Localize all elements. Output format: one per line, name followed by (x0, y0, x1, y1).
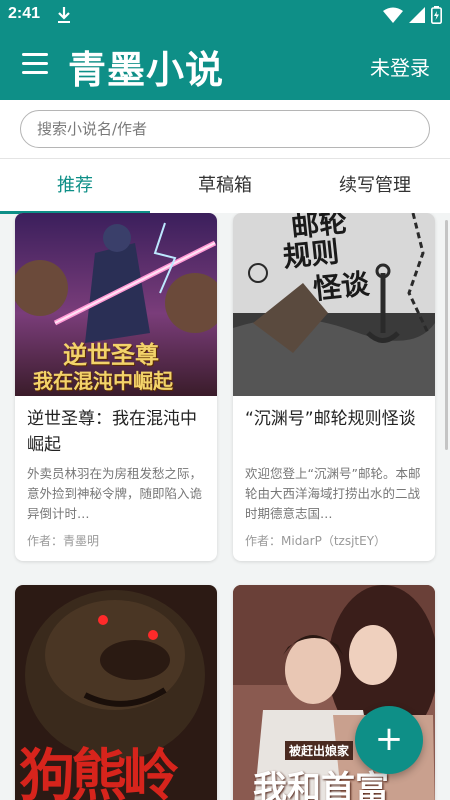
tab-recommend[interactable]: 推荐 (0, 159, 150, 214)
novel-card[interactable]: 狗熊岭 (15, 585, 217, 800)
cover-subtitle-text: 被赶出娘家 (285, 741, 354, 760)
add-novel-button[interactable]: + (355, 706, 423, 774)
status-time: 2:41 (8, 5, 41, 22)
cover-subtitle-text: 我在混沌中崛起 (33, 369, 173, 393)
novel-cover-image: 狗熊岭 (15, 585, 217, 800)
menu-icon[interactable] (22, 53, 48, 77)
novel-author: 作者：MidarP（tzsjtEY） (245, 534, 387, 548)
search-input[interactable] (20, 110, 430, 148)
download-icon (58, 7, 70, 23)
status-bar: 2:41 (0, 0, 450, 30)
scrollbar[interactable] (445, 220, 448, 450)
tab-bar: 推荐 草稿箱 续写管理 (0, 158, 450, 214)
cover-title-text: 怪谈 (311, 267, 371, 306)
novel-description: 外卖员林羽在为房租发愁之际，意外捡到神秘令牌，随即陷入诡异倒计时… (27, 466, 203, 521)
search-area (0, 100, 450, 158)
novel-description: 欢迎您登上“沉渊号”邮轮。本邮轮由大西洋海域打捞出水的二战时期德意志国… (245, 466, 421, 521)
cover-title-text: 狗熊岭 (19, 744, 179, 800)
novel-author: 作者：青墨明 (27, 534, 100, 548)
tab-continuation[interactable]: 续写管理 (300, 159, 450, 213)
novel-card[interactable]: 逆世圣尊 我在混沌中崛起 逆世圣尊：我在混沌中崛起 外卖员林羽在为房租发愁之际，… (15, 213, 217, 561)
app-bar: 青墨小说 未登录 (0, 30, 450, 100)
novel-cover-image: 逆世圣尊 我在混沌中崛起 (15, 213, 217, 396)
novel-title: 逆世圣尊：我在混沌中崛起 (27, 409, 197, 455)
signal-icon (409, 7, 425, 23)
wifi-icon (383, 7, 403, 23)
novel-cover-image: 邮轮 规则 怪谈 (233, 213, 435, 396)
login-button[interactable]: 未登录 (370, 52, 430, 81)
novel-card[interactable]: 邮轮 规则 怪谈 “沉渊号”邮轮规则怪谈 欢迎您登上“沉渊号”邮轮。本邮轮由大西… (233, 213, 435, 561)
battery-icon (431, 6, 442, 24)
novel-title: “沉渊号”邮轮规则怪谈 (245, 409, 416, 429)
app-title: 青墨小说 (68, 48, 225, 92)
tab-drafts[interactable]: 草稿箱 (150, 159, 300, 213)
